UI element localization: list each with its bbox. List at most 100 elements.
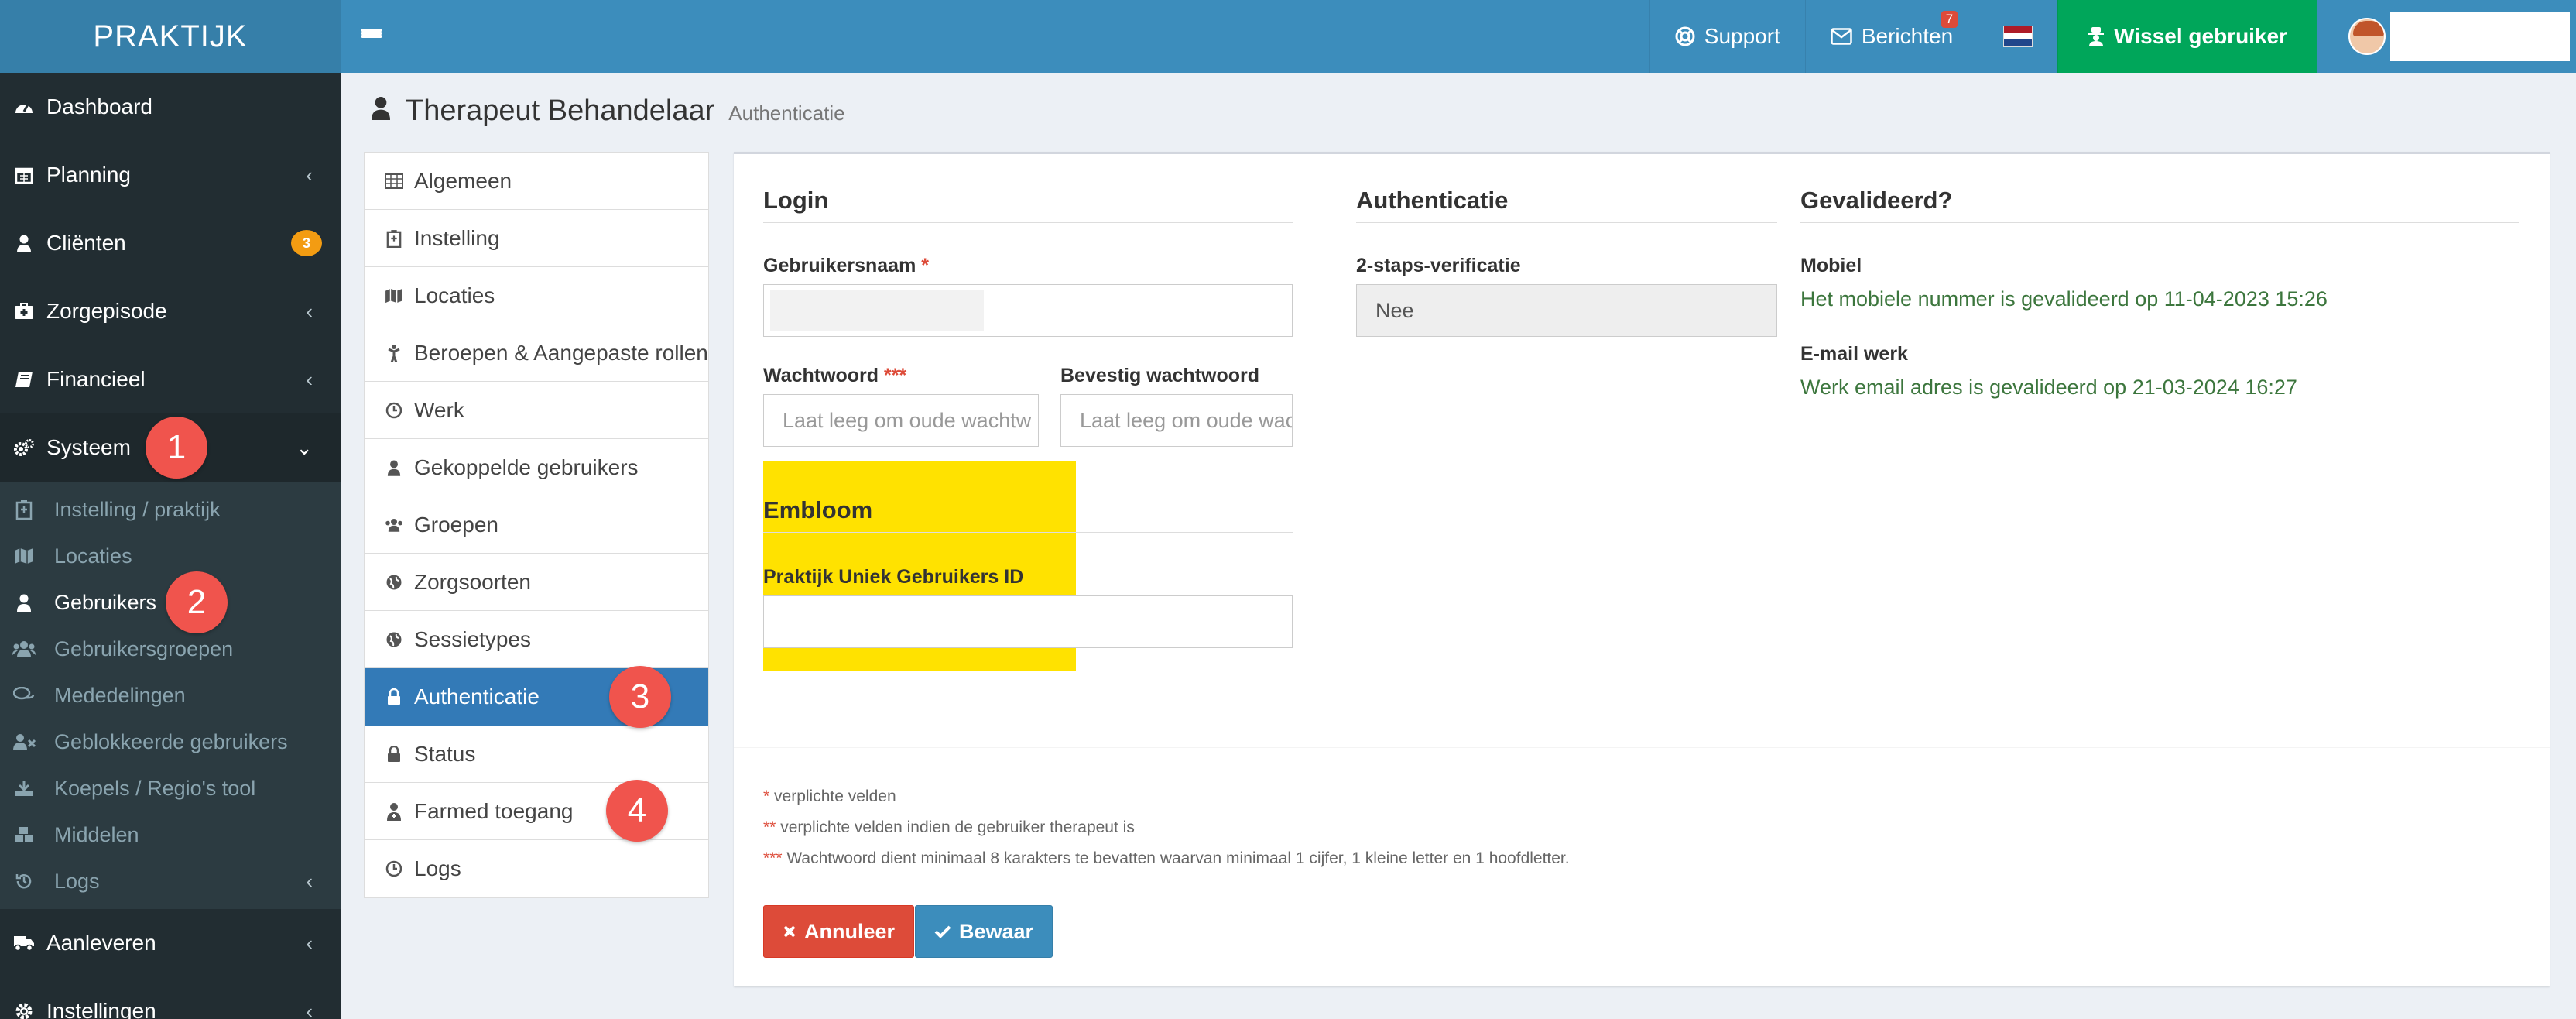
language-flag-button[interactable] xyxy=(1978,0,2057,73)
mobile-validated-text: Het mobiele nummer is gevalideerd op 11-… xyxy=(1800,287,2328,311)
tab-werk[interactable]: Werk xyxy=(365,382,708,439)
tab-gekoppelde-gebruikers[interactable]: Gekoppelde gebruikers xyxy=(365,439,708,496)
tab-beroepen[interactable]: Beroepen & Aangepaste rollen xyxy=(365,324,708,382)
sidebar-item-label: Cliënten xyxy=(46,231,126,255)
times-icon xyxy=(783,925,796,938)
chevron-left-icon: ‹ xyxy=(306,367,313,391)
user-menu[interactable] xyxy=(2317,0,2576,73)
sidebar-subitem-instelling[interactable]: Instelling / praktijk xyxy=(0,486,341,533)
calendar-icon xyxy=(12,166,36,184)
support-link[interactable]: Support xyxy=(1649,0,1805,73)
sidebar-item-systeem[interactable]: Systeem ⌄ 1 xyxy=(0,413,341,482)
truck-icon xyxy=(12,935,36,952)
sidebar-item-label: Planning xyxy=(46,163,131,187)
dashboard-icon xyxy=(12,99,36,115)
confirm-password-label: Bevestig wachtwoord xyxy=(1060,365,1259,386)
username-input[interactable] xyxy=(763,284,1293,337)
tab-instelling[interactable]: Instelling xyxy=(365,210,708,267)
lock-icon xyxy=(385,745,403,763)
clients-count-badge: 3 xyxy=(291,230,322,256)
sidebar-subitem-gebruikersgroepen[interactable]: Gebruikersgroepen xyxy=(0,626,341,672)
sidebar-subitem-gebruikers[interactable]: Gebruikers 2 xyxy=(0,571,341,633)
embloom-id-input[interactable] xyxy=(763,595,1293,648)
password-label: Wachtwoord *** xyxy=(763,365,906,387)
sidebar-subitem-middelen[interactable]: Middelen xyxy=(0,811,341,858)
user-times-icon xyxy=(12,733,36,750)
tab-label: Sessietypes xyxy=(414,626,531,651)
chevron-left-icon: ‹ xyxy=(306,999,313,1019)
sidebar-item-instellingen[interactable]: Instellingen ‹ xyxy=(0,977,341,1019)
sidebar-item-planning[interactable]: Planning ‹ xyxy=(0,141,341,209)
sidebar-subitem-koepels[interactable]: Koepels / Regio's tool xyxy=(0,765,341,811)
lock-icon xyxy=(385,688,403,705)
user-icon xyxy=(385,459,403,476)
tab-status[interactable]: Status xyxy=(365,726,708,783)
tab-label: Groepen xyxy=(414,512,498,537)
cogs-icon xyxy=(12,438,36,457)
sidebar-subitem-label: Middelen xyxy=(54,822,139,846)
sidebar-subitem-locaties[interactable]: Locaties xyxy=(0,533,341,579)
sidebar-subitem-label: Geblokkeerde gebruikers xyxy=(54,729,288,753)
annotation-marker-3: 3 xyxy=(609,666,671,728)
top-nav-right: Support Berichten 7 Wissel gebruiker xyxy=(1649,0,2576,73)
tab-label: Instelling xyxy=(414,225,500,250)
sidebar-subitem-geblokkeerde[interactable]: Geblokkeerde gebruikers xyxy=(0,719,341,765)
email-validated-text: Werk email adres is gevalideerd op 21-03… xyxy=(1800,376,2297,399)
sidebar-item-label: Financieel xyxy=(46,367,146,391)
tab-authenticatie[interactable]: Authenticatie 3 xyxy=(365,666,708,728)
confirm-password-input[interactable]: Laat leeg om oude wachtw xyxy=(1060,394,1293,447)
sidebar-item-aanleveren[interactable]: Aanleveren ‹ xyxy=(0,909,341,977)
user-tabs-nav: Algemeen Instelling Locaties Beroepen & … xyxy=(364,152,709,898)
tab-zorgsoorten[interactable]: Zorgsoorten xyxy=(365,554,708,611)
messages-link[interactable]: Berichten 7 xyxy=(1804,0,1978,73)
sidebar-subitem-label: Mededelingen xyxy=(54,683,186,707)
cancel-button[interactable]: Annuleer xyxy=(763,905,915,958)
save-label: Bewaar xyxy=(959,919,1034,943)
password-input[interactable]: Laat leeg om oude wachtw xyxy=(763,394,1039,447)
sidebar-subitem-mededelingen[interactable]: Mededelingen xyxy=(0,672,341,719)
tab-algemeen[interactable]: Algemeen xyxy=(365,153,708,210)
annotation-marker-2: 2 xyxy=(166,571,228,633)
twofa-label: 2-staps-verificatie xyxy=(1356,255,1521,276)
twofa-select[interactable]: Nee xyxy=(1356,284,1777,337)
book-icon xyxy=(12,371,36,388)
tab-label: Beroepen & Aangepaste rollen xyxy=(414,340,708,365)
user-icon xyxy=(370,95,392,124)
dutch-flag-icon xyxy=(2003,26,2033,47)
username-label-text: Gebruikersnaam xyxy=(763,255,916,276)
sidebar-toggle-button[interactable] xyxy=(341,0,402,73)
tab-logs[interactable]: Logs xyxy=(365,840,708,897)
tab-groepen[interactable]: Groepen xyxy=(365,496,708,554)
note-password-rules: *** Wachtwoord dient minimaal 8 karakter… xyxy=(763,849,1570,868)
page-title: Therapeut Behandelaar xyxy=(406,94,715,127)
table-icon xyxy=(385,173,403,189)
sidebar-item-zorgepisode[interactable]: Zorgepisode ‹ xyxy=(0,277,341,345)
hospital-icon xyxy=(385,229,403,248)
sidebar-item-clients[interactable]: Cliënten 3 xyxy=(0,209,341,277)
tab-farmed-toegang[interactable]: Farmed toegang 4 xyxy=(365,780,708,842)
sidebar-item-label: Zorgepisode xyxy=(46,299,167,323)
brand-logo[interactable]: PRAKTIJK xyxy=(0,0,341,73)
sidebar-item-dashboard[interactable]: Dashboard xyxy=(0,73,341,141)
tab-sessietypes[interactable]: Sessietypes xyxy=(365,611,708,668)
mobile-label: Mobiel xyxy=(1800,255,1862,276)
top-navbar: Support Berichten 7 Wissel gebruiker xyxy=(341,0,2576,73)
login-section-title: Login xyxy=(763,187,1293,223)
chevron-left-icon: ‹ xyxy=(306,163,313,187)
note-text: verplichte velden xyxy=(774,787,896,805)
save-button[interactable]: Bewaar xyxy=(915,905,1053,958)
switch-user-button[interactable]: Wissel gebruiker xyxy=(2057,0,2317,73)
sidebar-subitem-label: Logs xyxy=(54,869,100,893)
sidebar-item-financieel[interactable]: Financieel ‹ xyxy=(0,345,341,413)
tab-label: Werk xyxy=(414,397,464,422)
embloom-id-label: Praktijk Uniek Gebruikers ID xyxy=(763,566,1024,588)
email-label: E-mail werk xyxy=(1800,343,1908,365)
chevron-left-icon: ‹ xyxy=(306,869,313,893)
sidebar-item-label: Instellingen xyxy=(46,999,156,1019)
tab-label: Gekoppelde gebruikers xyxy=(414,455,639,479)
sidebar-subitem-logs[interactable]: Logs ‹ xyxy=(0,858,341,904)
tab-locaties[interactable]: Locaties xyxy=(365,267,708,324)
chevron-down-icon: ⌄ xyxy=(296,435,313,459)
globe-icon xyxy=(385,631,403,648)
sidebar-subitem-label: Locaties xyxy=(54,544,132,568)
